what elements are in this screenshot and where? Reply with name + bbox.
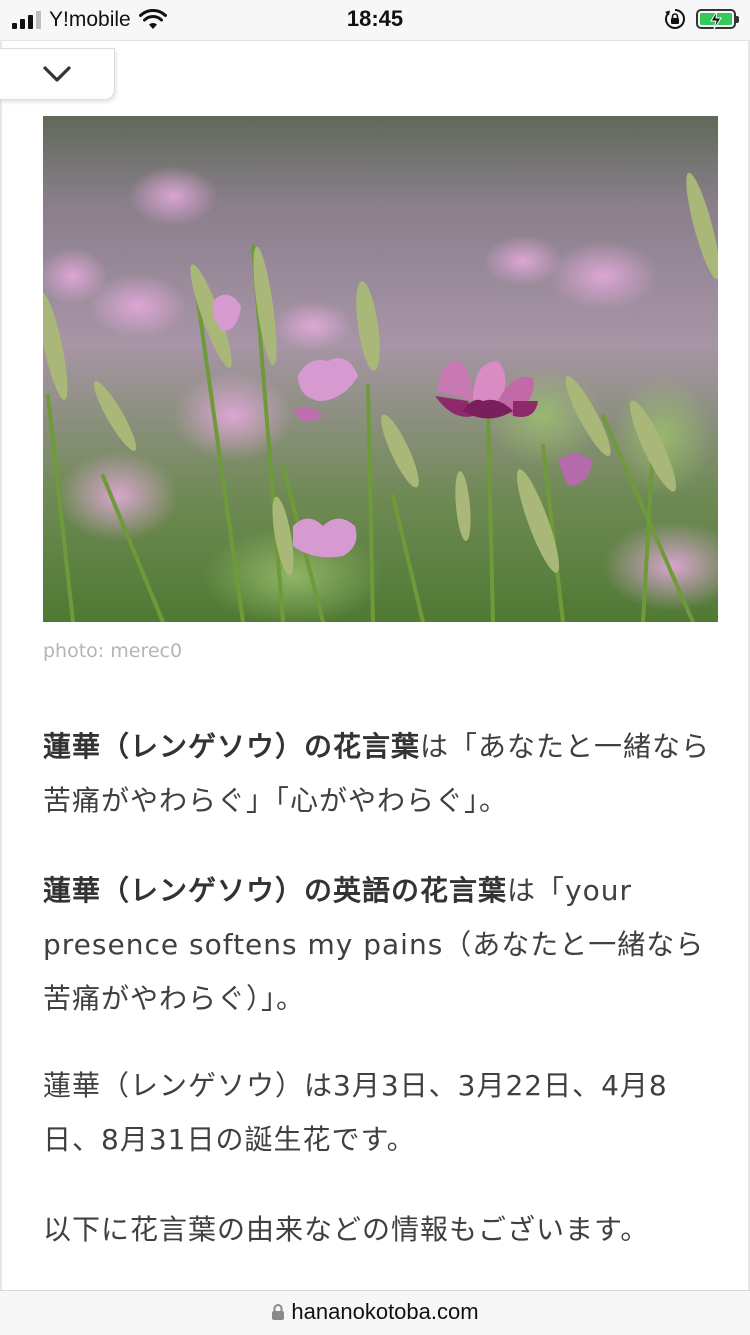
collapse-toggle-button[interactable] <box>0 48 115 100</box>
paragraph-flower-language: 蓮華（レンゲソウ）の花言葉は「あなたと一緒なら苦痛がやわらぐ」「心がやわらぐ」。 <box>43 720 715 828</box>
url-text: hananokotoba.com <box>291 1299 479 1324</box>
paragraph-strong: 蓮華（レンゲソウ）の英語の花言葉 <box>43 874 508 907</box>
browser-url-bar[interactable]: hananokotoba.com <box>0 1290 750 1335</box>
battery-charging-icon <box>696 9 739 30</box>
page-border-left <box>0 40 2 1290</box>
paragraph-english-flower-language: 蓮華（レンゲソウ）の英語の花言葉は「your presence softens … <box>43 864 715 1026</box>
article-photo <box>43 116 718 622</box>
paragraph-birth-flower: 蓮華（レンゲソウ）は3月3日、3月22日、4月8日、8月31日の誕生花です。 <box>43 1069 668 1156</box>
photo-credit: photo: merec0 <box>43 640 183 662</box>
padlock-icon <box>272 1304 285 1320</box>
paragraph-strong: 蓮華（レンゲソウ）の花言葉 <box>43 730 421 763</box>
chevron-down-icon <box>43 66 71 82</box>
paragraph-info-below: 以下に花言葉の由来などの情報もございます。 <box>43 1213 650 1246</box>
divider <box>0 40 750 41</box>
status-bar: Y!mobile 18:45 <box>0 0 750 40</box>
status-time: 18:45 <box>346 6 404 31</box>
orientation-lock-icon <box>665 9 685 29</box>
